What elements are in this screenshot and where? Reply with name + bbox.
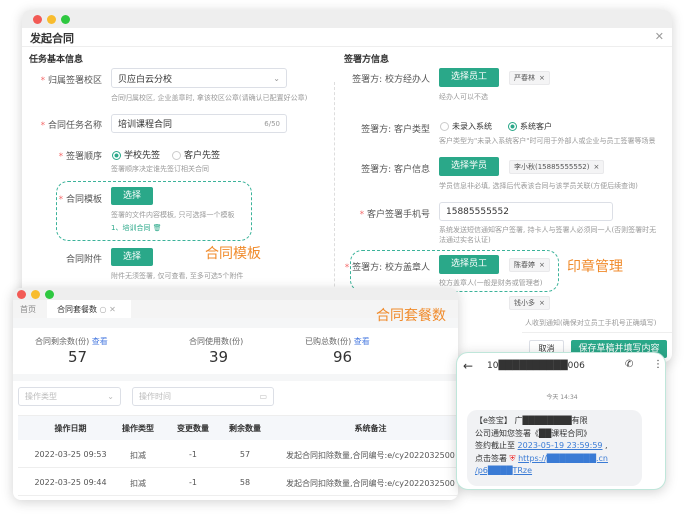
seal-tag: 陈春婷 × xyxy=(509,258,550,272)
close-icon[interactable]: × xyxy=(539,261,545,269)
trash-icon: 🗑 xyxy=(152,224,162,232)
col-remaining: 剩余数量 xyxy=(229,424,261,433)
stat-used-value: 39 xyxy=(209,348,229,366)
template-item[interactable]: 1、培训合同 🗑 xyxy=(111,223,162,233)
annotation-package: 合同套餐数 xyxy=(376,308,446,324)
attach-help: 附件无须签署, 仅可查看, 至多可选5个附件 xyxy=(111,272,244,280)
stat-remaining-value: 57 xyxy=(68,348,88,366)
col-type: 操作类型 xyxy=(122,424,154,433)
agent-label: 签署方: 校方经办人 xyxy=(352,75,430,85)
close-icon[interactable]: ✕ xyxy=(655,30,664,43)
footer-divider xyxy=(522,332,672,333)
section-basic-info: 任务基本信息 xyxy=(29,55,84,65)
select-agent-button[interactable]: 选择员工 xyxy=(439,68,499,87)
col-note: 系统备注 xyxy=(354,424,387,433)
phone-label: 客户签署手机号 xyxy=(366,210,430,220)
col-change: 变更数量 xyxy=(177,424,209,433)
attach-label: 合同附件 xyxy=(65,255,102,265)
col-date: 操作日期 xyxy=(54,424,87,433)
calendar-icon: ▭ xyxy=(259,392,267,401)
operation-type-select[interactable]: 操作类型 ⌄ xyxy=(18,387,121,406)
agent-tag: 严春林 × xyxy=(509,71,550,85)
more-icon[interactable]: ⋮ xyxy=(653,359,663,370)
close-icon[interactable]: × xyxy=(539,74,545,82)
close-icon[interactable]: × xyxy=(539,299,545,307)
sms-bubble: 【e签宝】 广████████有限 公司通知您签署《██课程合同》 签约截止至 … xyxy=(467,410,642,486)
close-icon[interactable]: × xyxy=(593,163,599,171)
extra-tag: 钱小多 × xyxy=(509,296,550,310)
order-label: 签署顺序 xyxy=(65,152,102,162)
sms-sender: 10██████████006 xyxy=(487,361,585,371)
shield-icon: ⛨ xyxy=(509,453,516,463)
student-tag: 李小秋(15885555552) × xyxy=(509,160,605,174)
order-help: 签署顺序决定谁先签订相关合同 xyxy=(111,165,209,173)
phone-input[interactable]: 15885555552 xyxy=(439,202,613,221)
task-name-value: 培训课程合同 xyxy=(118,120,173,130)
sign-link[interactable]: https://████████.cn xyxy=(518,454,608,463)
stat-total-label: 已购总数(份) 查看 xyxy=(305,337,370,346)
table-row: 2022-03-25 09:44 扣减 -1 58 发起合同扣除数量,合同编号:… xyxy=(18,468,458,496)
stat-remaining-label: 合同剩余数(份) 查看 xyxy=(35,337,108,346)
sign-link-cont[interactable]: /p6████TRze xyxy=(475,465,634,478)
select-seal-employee-button[interactable]: 选择员工 xyxy=(439,255,499,274)
dialog-title: 发起合同 xyxy=(30,32,74,45)
seal-label: 签署方: 校方盖章人 xyxy=(352,263,430,273)
phone-help: 系统发送短信通知客户签署, 持卡人与签署人必须同一人(否则签署时无 xyxy=(439,226,657,234)
cinfo-label: 签署方: 客户信息 xyxy=(361,165,430,175)
close-dot[interactable] xyxy=(33,15,42,24)
view-link[interactable]: 查看 xyxy=(354,337,370,346)
radio-school-first[interactable]: 学校先签 xyxy=(112,148,160,161)
select-template-button[interactable]: 选择 xyxy=(111,187,153,205)
select-attachment-button[interactable]: 选择 xyxy=(111,248,153,266)
radio-system-customer[interactable]: 系统客户 xyxy=(508,121,552,132)
divider xyxy=(22,46,672,47)
maximize-dot[interactable] xyxy=(45,290,54,299)
title-bar xyxy=(22,10,672,28)
phone-help-2: 法通过实名认证) xyxy=(439,236,491,244)
back-arrow-icon[interactable]: ← xyxy=(463,359,473,373)
table-row: 2022-03-25 09:53 扣减 -1 57 发起合同扣除数量,合同编号:… xyxy=(18,440,458,468)
ctype-help: 客户类型为"未录入系统客户"时可用于外部人或企业与员工签署等场景 xyxy=(439,137,656,145)
template-label: 合同模板 xyxy=(65,195,102,205)
sms-line: 【e签宝】 广████████有限 xyxy=(475,416,588,425)
template-help: 签署的文件内容模板, 只可选择一个模板 xyxy=(111,211,235,219)
campus-help: 合同归属校区, 企业盖章时, 拿该校区公章(请确认已配置好公章) xyxy=(111,94,308,102)
chevron-down-icon: ⌄ xyxy=(273,73,280,83)
maximize-dot[interactable] xyxy=(61,15,70,24)
ctype-label: 签署方: 客户类型 xyxy=(361,125,430,135)
section-signer-info: 签署方信息 xyxy=(344,55,390,65)
view-link[interactable]: 查看 xyxy=(92,337,108,346)
close-dot[interactable] xyxy=(17,290,26,299)
minimize-dot[interactable] xyxy=(47,15,56,24)
radio-not-entered[interactable]: 未录入系统 xyxy=(440,121,492,132)
operation-time-picker[interactable]: 操作时间 ▭ xyxy=(132,387,274,406)
stat-used-label: 合同使用数(份) xyxy=(189,337,244,346)
annotation-seal: 印章管理 xyxy=(567,259,623,275)
stat-total-value: 96 xyxy=(333,348,353,366)
annotation-template: 合同模板 xyxy=(205,246,261,262)
campus-value: 贝应白云分校 xyxy=(118,74,173,85)
radio-customer-first[interactable]: 客户先签 xyxy=(172,148,220,161)
tab-package[interactable]: 合同套餐数 ○ ✕ xyxy=(47,300,131,318)
title-bar xyxy=(13,288,458,300)
phone-icon[interactable]: ✆ xyxy=(625,359,633,370)
sms-card: ← 10██████████006 ✆ ⋮ 今天 14:34 【e签宝】 广██… xyxy=(456,352,666,490)
select-student-button[interactable]: 选择学员 xyxy=(439,157,499,176)
name-label: 合同任务名称 xyxy=(47,121,102,131)
char-count: 6/50 xyxy=(264,119,280,128)
chevron-down-icon: ⌄ xyxy=(107,392,114,401)
seal-help: 校方盖章人(一般是财务或管理者) xyxy=(439,279,543,287)
tab-home[interactable]: 首页 xyxy=(20,304,36,315)
minimize-dot[interactable] xyxy=(31,290,40,299)
sms-time: 今天 14:34 xyxy=(546,394,578,401)
task-name-input[interactable]: 培训课程合同 6/50 xyxy=(111,114,287,133)
extra-help: 人收到通知(确保对立员工手机号正确填写) xyxy=(525,319,657,327)
agent-help: 经办人可以不选 xyxy=(439,93,488,101)
campus-label: 归属签署校区 xyxy=(47,76,102,86)
date-link[interactable]: 2023-05-19 23:59:59 xyxy=(518,441,603,450)
campus-select[interactable]: 贝应白云分校 ⌄ xyxy=(111,68,287,88)
sms-line: 公司通知您签署《██课程合同》 xyxy=(475,428,592,438)
cinfo-help: 学员信息非必填, 选择后代表该合同与该学员关联(方便后续查询) xyxy=(439,182,638,190)
contract-package-window: 首页 合同套餐数 ○ ✕ 合同套餐数 合同剩余数(份) 查看 57 合同使用数(… xyxy=(13,288,458,500)
